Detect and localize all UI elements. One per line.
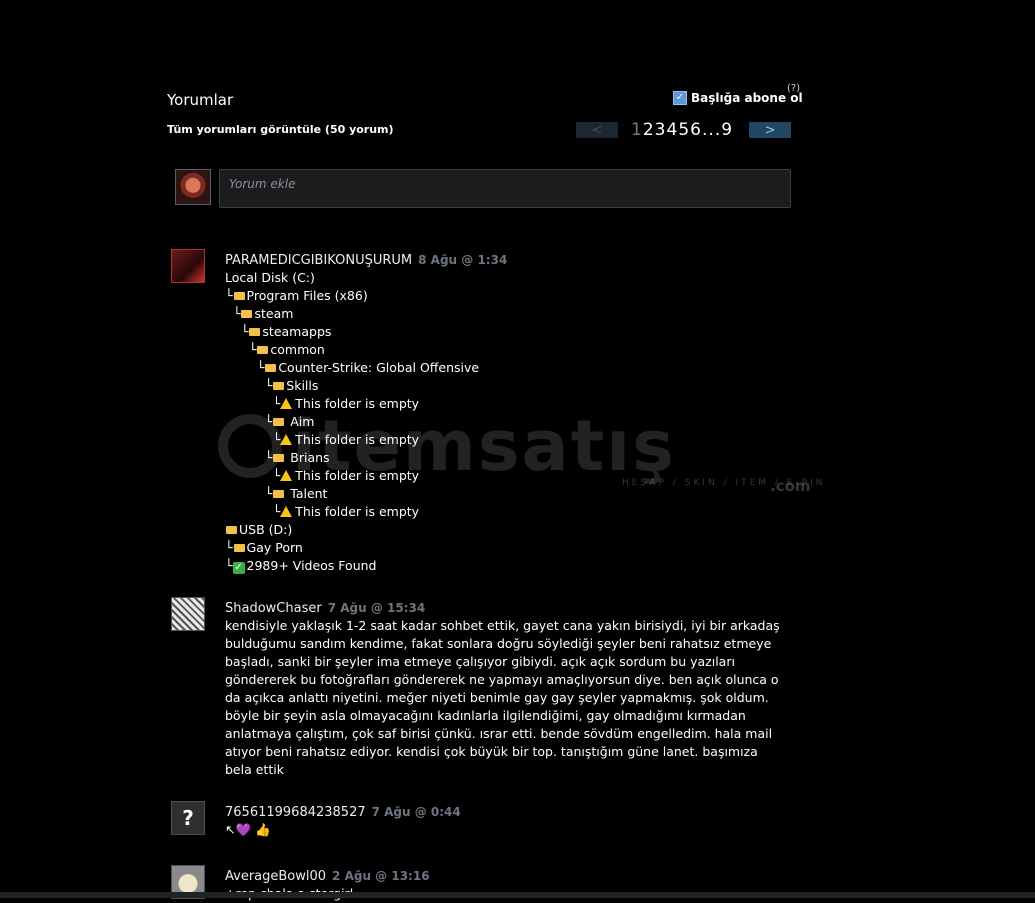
tree-line: This folder is empty [295,504,420,519]
comment-author[interactable]: AverageBowl00 [225,869,326,884]
purple-heart-icon: 💜 [235,822,252,837]
folder-icon [273,418,285,426]
bottom-bar [0,892,1035,898]
tree-line: Aim [290,414,315,429]
page-link[interactable]: 9 [721,120,733,140]
comment-timestamp: 2 Ağu @ 13:16 [332,869,430,883]
comment-author[interactable]: PARAMEDICGIBIKONUŞURUM [225,253,412,268]
comment-avatar[interactable]: ? [171,801,205,835]
page-ellipsis: ... [701,120,722,140]
pagination: < 1 2 3 4 5 6 ... 9 > [576,120,792,140]
folder-icon [249,328,261,336]
comment-avatar[interactable] [171,249,205,283]
comment-timestamp: 7 Ağu @ 0:44 [371,805,461,819]
tree-line: steamapps [262,324,332,339]
tree-line: Talent [290,486,328,501]
subscribe-thread-checkbox[interactable]: ✓ Başlığa abone ol [673,91,803,105]
folder-icon [273,454,285,462]
arrow-emoji: ↖ [225,822,236,837]
comment-timestamp: 8 Ağu @ 1:34 [418,253,508,267]
tree-line: Counter-Strike: Global Offensive [278,360,480,375]
current-user-avatar[interactable] [175,169,211,205]
tree-line: USB (D:) [239,522,293,537]
page-link[interactable]: 4 [666,120,678,140]
checkbox-checked-icon[interactable]: ✓ [673,91,687,105]
folder-icon [241,310,253,318]
folder-icon [273,490,285,498]
folder-icon [226,526,237,534]
comment-body: 76561199684238527 7 Ağu @ 0:44 ↖💜 👍 [225,801,785,839]
warning-icon [280,470,293,481]
page-link[interactable]: 2 [643,120,655,140]
check-mark-icon: ✓ [232,562,245,574]
tree-line: common [270,342,325,357]
view-all-comments-link[interactable]: Tüm yorumları görüntüle (50 yorum) [167,123,394,136]
page-link[interactable]: 3 [655,120,667,140]
comment-avatar[interactable] [171,597,205,631]
comment-text: ↖💜 👍 [225,821,785,839]
comment-body: PARAMEDICGIBIKONUŞURUM 8 Ağu @ 1:34 Local… [225,249,785,575]
warning-icon [280,398,293,409]
tree-line: Brians [290,450,330,465]
tree-line: steam [254,306,294,321]
warning-icon [280,506,293,517]
comment-text: kendisiyle yaklaşık 1-2 saat kadar sohbe… [225,618,780,777]
comment-author[interactable]: ShadowChaser [225,601,322,616]
folder-icon [233,544,245,552]
comments-title: Yorumlar [167,91,234,109]
subscribe-label: Başlığa abone ol [691,91,803,105]
thumbs-up-icon: 👍 [255,822,271,837]
folder-icon [265,364,277,372]
folder-icon [273,382,285,390]
page-link[interactable]: 5 [678,120,690,140]
tree-line: Local Disk (C:) [225,270,315,285]
comment-text: Local Disk (C:) └ Program Files (x86) └ st… [225,270,480,574]
tree-line: This folder is empty [295,468,420,483]
warning-icon [280,434,293,445]
comment-body: ShadowChaser 7 Ağu @ 15:34 kendisiyle yak… [225,597,785,779]
tree-line: This folder is empty [295,396,420,411]
page-link[interactable]: 6 [690,120,702,140]
page-link-current: 1 [631,120,643,140]
tree-line: 2989+ Videos Found [246,558,377,573]
tree-line: Gay Porn [246,540,303,555]
tree-line: Skills [286,378,319,393]
add-comment-input[interactable]: Yorum ekle [219,169,791,208]
page-links: 1 2 3 4 5 6 ... 9 [631,120,733,140]
folder-icon [233,292,245,300]
prev-page-button[interactable]: < [576,122,618,138]
next-page-button[interactable]: > [749,122,792,138]
comment-timestamp: 7 Ağu @ 15:34 [327,601,426,615]
tree-line: Program Files (x86) [246,288,368,303]
folder-icon [257,346,269,354]
help-link[interactable]: (?) [787,83,800,94]
add-comment-placeholder: Yorum ekle [229,177,296,191]
tree-line: This folder is empty [295,432,420,447]
comment-author[interactable]: 76561199684238527 [225,805,366,820]
